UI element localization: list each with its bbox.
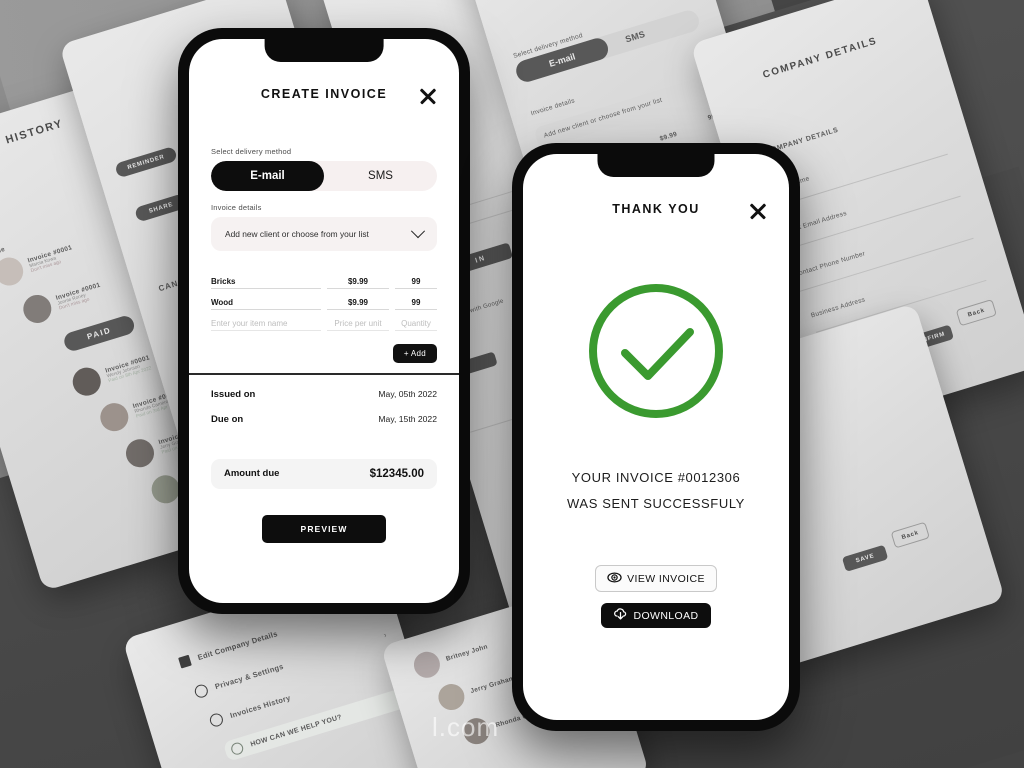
company-details-title: COMPANY DETAILS: [761, 35, 879, 81]
chat-icon: [229, 741, 245, 757]
thank-you-screen: THANK YOU YOUR INVOICE #0012306 WAS SENT…: [523, 154, 789, 720]
invoice-details-label: Invoice details: [211, 203, 262, 212]
avatar: [19, 291, 55, 327]
menu-item-label: Edit Company Details: [196, 629, 279, 662]
due-on-value[interactable]: May, 15th 2022: [378, 414, 437, 424]
copy-item-price: $9.99: [659, 130, 679, 143]
save-back-button: Back: [890, 521, 930, 549]
preview-button[interactable]: PREVIEW: [262, 514, 386, 543]
reminder-chip: REMINDER: [114, 145, 178, 179]
phone-thank-you: THANK YOU YOUR INVOICE #0012306 WAS SENT…: [512, 143, 800, 731]
avatar: [0, 254, 27, 290]
avatar: [435, 680, 468, 714]
page-title: CREATE INVOICE: [260, 87, 388, 101]
tab-sms[interactable]: SMS: [324, 161, 437, 191]
success-message-line2: WAS SENT SUCCESSFULY: [567, 496, 745, 511]
menu-item-label: Invoices History: [228, 693, 292, 721]
page-title: THANK YOU: [612, 202, 700, 216]
download-button[interactable]: DOWNLOAD: [601, 603, 711, 628]
contact-name: Britney John: [445, 642, 489, 663]
success-message: YOUR INVOICE #0012306 WAS SENT SUCCESSFU…: [567, 465, 745, 517]
amount-due-row: Amount due $12345.00: [211, 458, 437, 489]
download-label: DOWNLOAD: [633, 609, 699, 622]
add-item-row: + Add: [211, 344, 437, 363]
item-price[interactable]: $9.99: [327, 292, 389, 310]
due-on-row: Due on May, 15th 2022: [211, 414, 437, 425]
contact-row: Jerry Graham: [435, 665, 518, 714]
avatar: [460, 714, 493, 748]
check-circle-icon: [585, 280, 727, 427]
avatar: [69, 364, 105, 400]
close-icon[interactable]: [417, 85, 439, 107]
items-table: Bricks $9.99 99 Wood $9.99 99 Enter your…: [211, 269, 437, 332]
delivery-method-toggle[interactable]: E-mail SMS: [211, 161, 437, 191]
thank-you-body: YOUR INVOICE #0012306 WAS SENT SUCCESSFU…: [523, 240, 789, 720]
amount-due-label: Amount due: [224, 468, 280, 479]
contact-name: Jerry Graham: [469, 674, 516, 695]
phone-notch: [597, 154, 715, 177]
item-name[interactable]: Wood: [211, 292, 321, 310]
issued-on-value[interactable]: May, 05th 2022: [378, 389, 437, 399]
company-field-label: Business Address: [810, 296, 867, 320]
menu-item: Privacy & Settings ›: [193, 628, 388, 700]
avatar: [410, 648, 444, 682]
section-divider: [189, 373, 459, 375]
save-button: SAVE: [841, 544, 889, 572]
copy-details-label: Invoice details: [530, 97, 576, 118]
history-row: Invoice #0001 Jonnie Roney Don't miss ag…: [19, 276, 106, 327]
create-invoice-screen: CREATE INVOICE Select delivery method E-…: [189, 39, 459, 603]
item-qty[interactable]: 99: [395, 271, 437, 289]
issued-on-row: Issued on May, 05th 2022: [211, 389, 437, 400]
item-name[interactable]: Bricks: [211, 271, 321, 289]
menu-item-label: Privacy & Settings: [213, 661, 285, 692]
screenshot-stage: HISTORY Overdue Invoice #0001 Marcia Kow…: [0, 0, 1024, 768]
avatar: [122, 435, 158, 471]
chevron-down-icon: [410, 224, 426, 239]
success-message-line1: YOUR INVOICE #0012306: [571, 470, 741, 485]
item-price[interactable]: $9.99: [327, 271, 389, 289]
item-qty[interactable]: 99: [395, 292, 437, 310]
company-back-button: Back: [955, 298, 997, 327]
issued-on-label: Issued on: [211, 388, 256, 400]
chevron-right-icon: ›: [382, 630, 388, 640]
history-row: Invoice #0001 Marcia Kowa Don't miss ago: [0, 239, 78, 290]
table-row-empty[interactable]: Enter your item name Price per unit Quan…: [211, 311, 437, 332]
history-icon: [208, 711, 225, 729]
menu-item-label: HOW CAN WE HELP YOU?: [249, 713, 343, 748]
lock-icon: [193, 683, 210, 700]
table-row[interactable]: Wood $9.99 99: [211, 290, 437, 311]
eye-icon: [607, 570, 622, 588]
view-invoice-button[interactable]: VIEW INVOICE: [595, 565, 717, 592]
close-icon[interactable]: [747, 200, 769, 222]
history-row: Invoice #0001 Wendy Johnson Paid on 8th …: [69, 349, 155, 400]
item-name-input[interactable]: Enter your item name: [211, 313, 321, 331]
due-on-label: Due on: [211, 413, 244, 425]
view-invoice-label: VIEW INVOICE: [627, 572, 705, 585]
phone-create-invoice: CREATE INVOICE Select delivery method E-…: [178, 28, 470, 614]
cloud-download-icon: [613, 607, 628, 625]
item-qty-input[interactable]: Quantity: [395, 313, 437, 331]
building-icon: [178, 654, 192, 669]
item-price-input[interactable]: Price per unit: [327, 313, 389, 331]
thank-you-actions: VIEW INVOICE DOWNLOAD: [595, 565, 717, 628]
create-invoice-body: Select delivery method E-mail SMS Invoic…: [189, 147, 459, 543]
add-item-button[interactable]: + Add: [392, 344, 437, 363]
delivery-method-label: Select delivery method: [211, 147, 292, 156]
client-select-text: Add new client or choose from your list: [225, 229, 369, 239]
history-paid-pill: PAID: [61, 313, 137, 354]
client-select[interactable]: Add new client or choose from your list: [211, 217, 437, 251]
table-row[interactable]: Bricks $9.99 99: [211, 269, 437, 290]
amount-due-value: $12345.00: [369, 467, 424, 480]
avatar: [96, 399, 132, 435]
phone-notch: [264, 39, 384, 62]
tab-email[interactable]: E-mail: [211, 161, 324, 191]
